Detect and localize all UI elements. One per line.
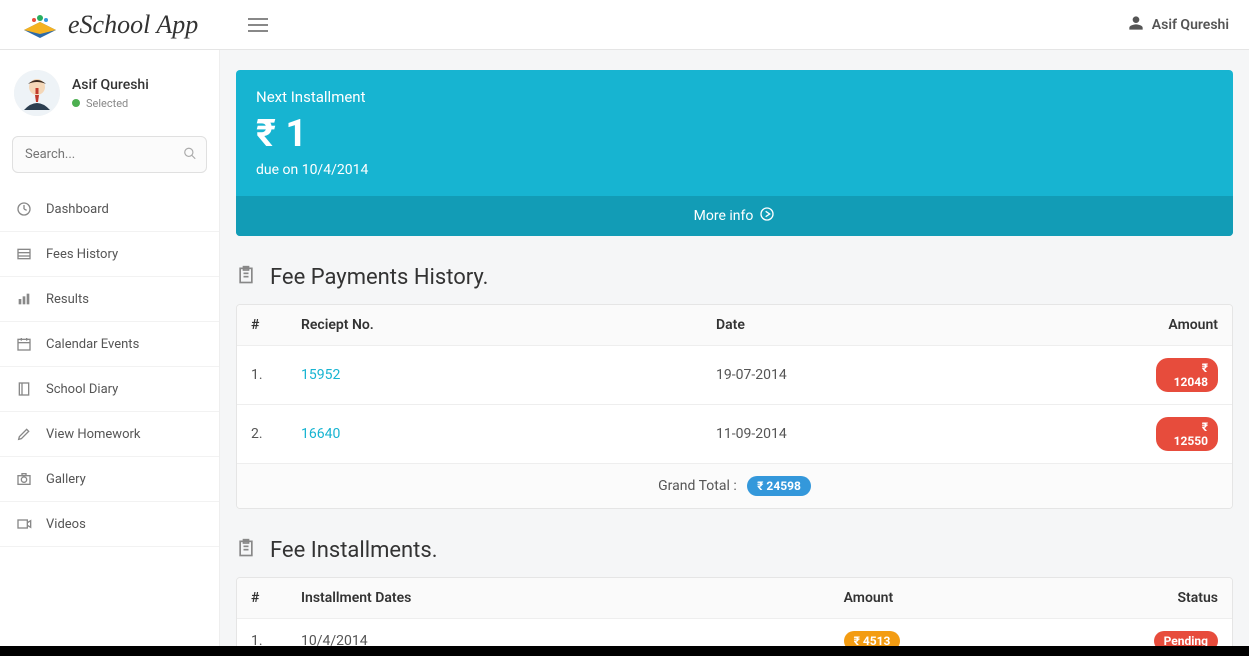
receipt-link[interactable]: 16640 <box>301 426 340 442</box>
topbar: eSchool App Asif Qureshi <box>0 0 1249 50</box>
profile-name: Asif Qureshi <box>72 77 149 93</box>
amount-badge: ₹ 12048 <box>1156 358 1218 392</box>
col-receipt: Reciept No. <box>287 305 702 346</box>
sidebar-item-label: Videos <box>46 517 86 532</box>
arrow-right-circle-icon <box>759 206 775 226</box>
dashboard-icon <box>16 201 32 217</box>
next-installment-amount: ₹ 1 <box>256 112 1213 156</box>
book-icon <box>16 381 32 397</box>
sidebar-item-results[interactable]: Results <box>0 277 219 322</box>
pencil-icon <box>16 426 32 442</box>
col-date: Date <box>702 305 1142 346</box>
cell-idx: 2. <box>237 405 287 464</box>
search-box <box>12 136 207 173</box>
bottom-bar <box>0 646 1249 656</box>
table-header-row: # Reciept No. Date Amount <box>237 305 1232 346</box>
cell-idx: 1. <box>237 346 287 405</box>
col-idx: # <box>237 578 287 619</box>
grand-total-row: Grand Total : ₹ 24598 <box>237 464 1232 508</box>
cell-date: 19-07-2014 <box>702 346 1142 405</box>
fee-history-heading: Fee Payments History. <box>236 264 1233 290</box>
sidebar-item-fees[interactable]: Fees History <box>0 232 219 277</box>
menu-toggle-button[interactable] <box>248 18 268 32</box>
col-idx: # <box>237 305 287 346</box>
list-icon <box>16 246 32 262</box>
col-dates: Installment Dates <box>287 578 830 619</box>
fee-history-title: Fee Payments History. <box>270 265 488 290</box>
main-content: Next Installment ₹ 1 due on 10/4/2014 Mo… <box>220 50 1249 656</box>
sidebar-item-calendar[interactable]: Calendar Events <box>0 322 219 367</box>
more-info-button[interactable]: More info <box>236 196 1233 236</box>
col-amount: Amount <box>1142 305 1232 346</box>
chart-icon <box>16 291 32 307</box>
col-amount: Amount <box>830 578 1140 619</box>
installments-heading: Fee Installments. <box>236 537 1233 563</box>
next-installment-label: Next Installment <box>256 88 1213 106</box>
camera-icon <box>16 471 32 487</box>
avatar <box>14 70 60 116</box>
next-installment-card: Next Installment ₹ 1 due on 10/4/2014 Mo… <box>236 70 1233 236</box>
user-icon <box>1128 15 1144 35</box>
cell-date: 11-09-2014 <box>702 405 1142 464</box>
topbar-user-name: Asif Qureshi <box>1152 17 1229 33</box>
clipboard-icon <box>236 264 256 290</box>
fee-history-table: # Reciept No. Date Amount 1. 15952 19-07… <box>236 304 1233 509</box>
amount-badge: ₹ 12550 <box>1156 417 1218 451</box>
sidebar-item-label: Results <box>46 292 89 307</box>
next-installment-due: due on 10/4/2014 <box>256 162 1213 178</box>
search-icon[interactable] <box>183 145 197 164</box>
logo-icon <box>20 8 60 42</box>
logo-text: eSchool App <box>68 10 198 40</box>
more-info-label: More info <box>694 208 754 224</box>
topbar-user[interactable]: Asif Qureshi <box>1128 15 1229 35</box>
col-status: Status <box>1140 578 1232 619</box>
table-header-row: # Installment Dates Amount Status <box>237 578 1232 619</box>
clipboard-icon <box>236 537 256 563</box>
installments-title: Fee Installments. <box>270 538 438 563</box>
status-dot-icon <box>72 99 80 107</box>
sidebar-item-label: View Homework <box>46 427 141 442</box>
receipt-link[interactable]: 15952 <box>301 367 340 383</box>
table-row: 1. 15952 19-07-2014 ₹ 12048 <box>237 346 1232 405</box>
table-row: 2. 16640 11-09-2014 ₹ 12550 <box>237 405 1232 464</box>
sidebar-item-diary[interactable]: School Diary <box>0 367 219 412</box>
sidebar-item-videos[interactable]: Videos <box>0 502 219 547</box>
sidebar-item-label: Fees History <box>46 247 118 262</box>
sidebar-item-label: Gallery <box>46 472 86 487</box>
profile-status-text: Selected <box>86 97 128 110</box>
installments-table: # Installment Dates Amount Status 1. 10/… <box>236 577 1233 656</box>
sidebar-item-gallery[interactable]: Gallery <box>0 457 219 502</box>
sidebar-item-label: Dashboard <box>46 202 109 217</box>
video-icon <box>16 516 32 532</box>
sidebar-item-homework[interactable]: View Homework <box>0 412 219 457</box>
sidebar: Asif Qureshi Selected Dashboard Fees <box>0 50 220 656</box>
sidebar-item-label: School Diary <box>46 382 118 397</box>
logo[interactable]: eSchool App <box>20 8 198 42</box>
grand-total-label: Grand Total : <box>658 478 737 494</box>
profile-block[interactable]: Asif Qureshi Selected <box>0 50 219 136</box>
sidebar-item-label: Calendar Events <box>46 337 139 352</box>
calendar-icon <box>16 336 32 352</box>
profile-status: Selected <box>72 97 149 110</box>
search-input[interactable] <box>12 136 207 173</box>
sidebar-item-dashboard[interactable]: Dashboard <box>0 187 219 232</box>
grand-total-badge: ₹ 24598 <box>747 476 811 496</box>
